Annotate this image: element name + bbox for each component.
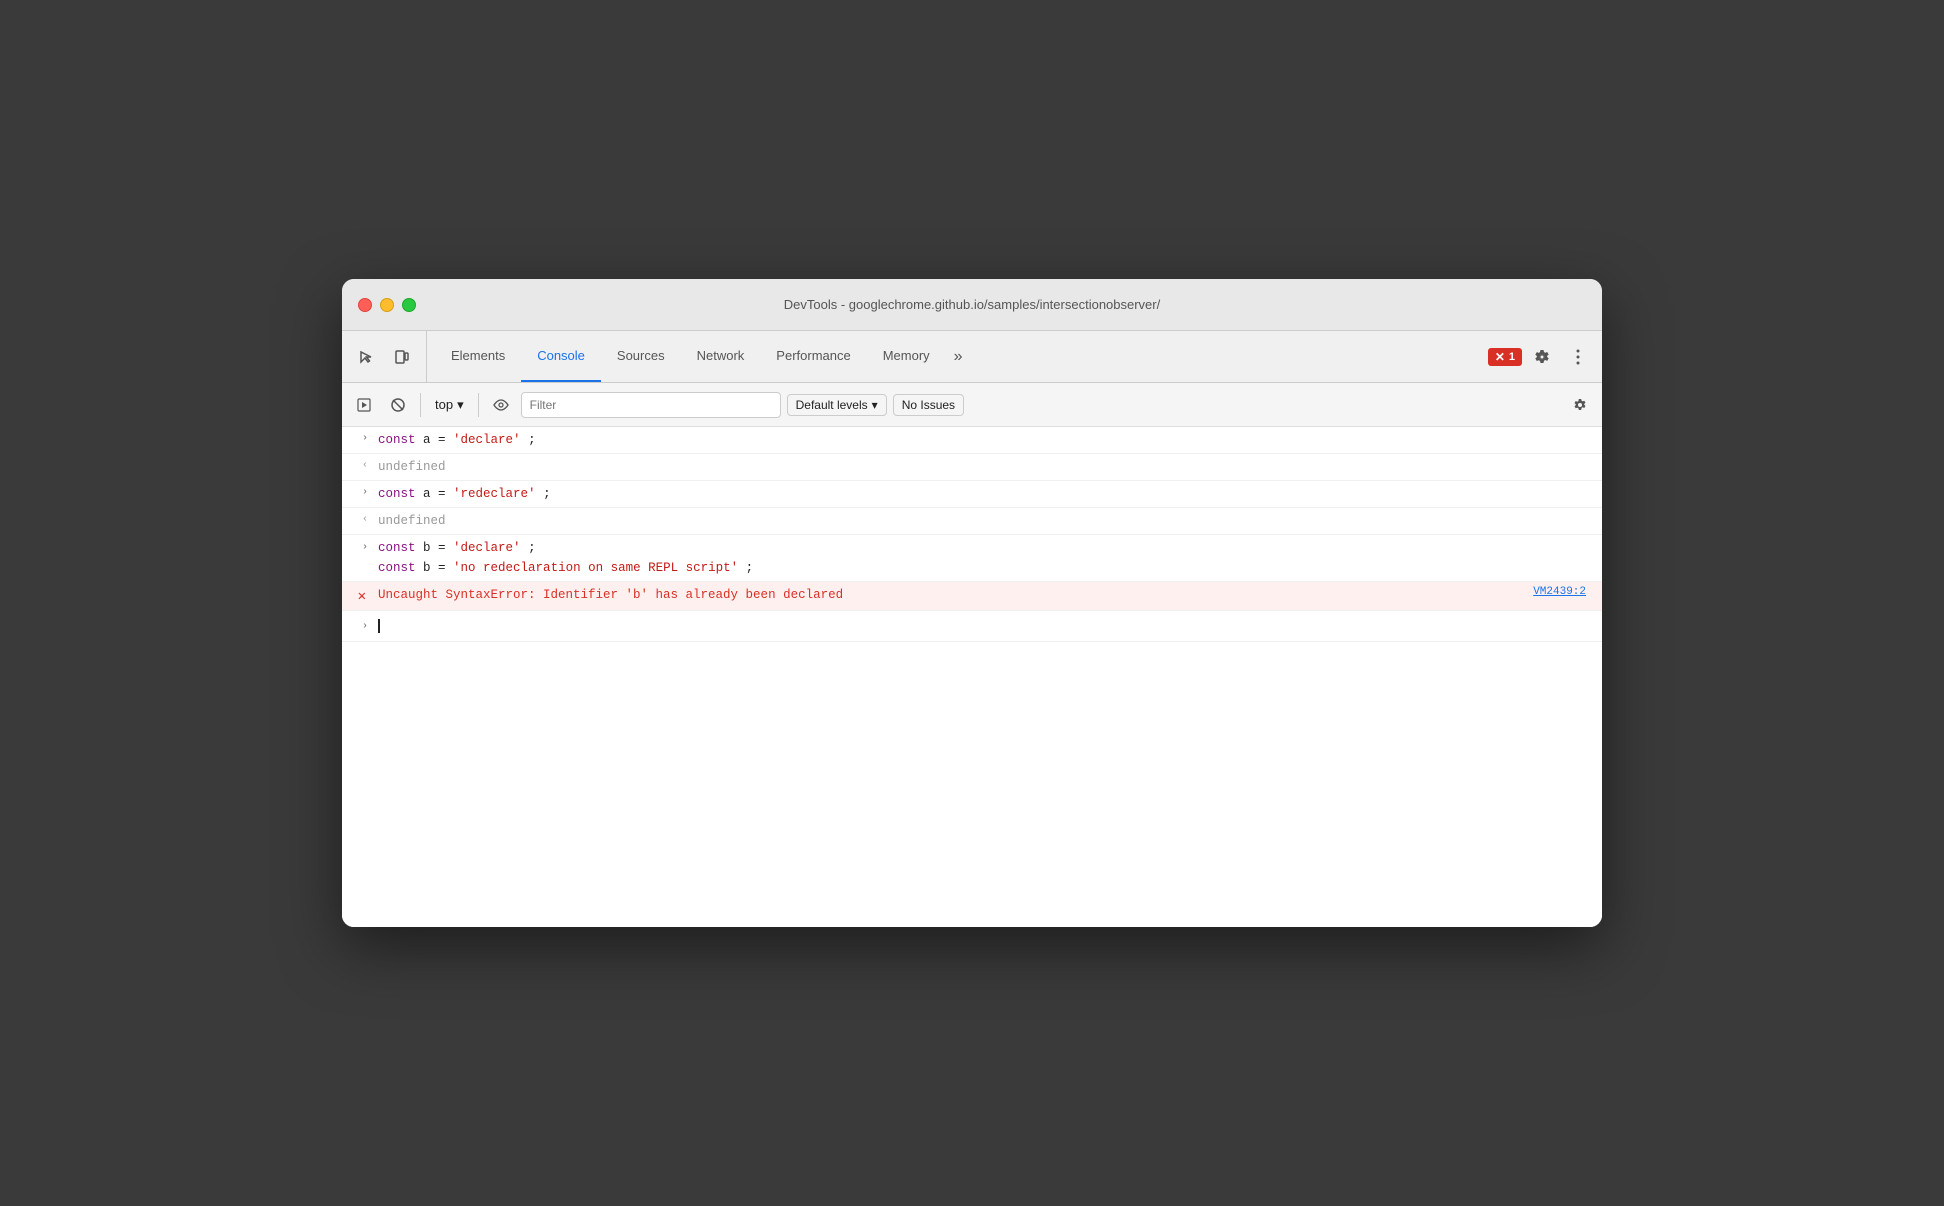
toolbar-separator (420, 393, 421, 417)
error-source-link[interactable]: VM2439:2 (1533, 584, 1594, 602)
error-icon: ✕ (354, 586, 370, 608)
devtools-window: DevTools - googlechrome.github.io/sample… (342, 279, 1602, 927)
console-line: › const a = 'redeclare' ; (342, 481, 1602, 508)
device-toolbar-button[interactable] (386, 341, 418, 373)
tab-elements[interactable]: Elements (435, 331, 521, 382)
console-line: ‹ undefined (342, 508, 1602, 535)
output-chevron: ‹ (360, 512, 370, 528)
toolbar-separator-2 (478, 393, 479, 417)
error-message: Uncaught SyntaxError: Identifier 'b' has… (378, 584, 1533, 606)
default-levels-button[interactable]: Default levels ▾ (787, 394, 887, 416)
tab-console[interactable]: Console (521, 331, 601, 382)
error-badge[interactable]: ✕ 1 (1488, 348, 1522, 366)
console-toolbar: top ▾ Default levels ▾ No Issues (342, 383, 1602, 427)
tab-network[interactable]: Network (681, 331, 761, 382)
minimize-button[interactable] (380, 298, 394, 312)
context-selector[interactable]: top ▾ (429, 395, 470, 415)
tab-sources[interactable]: Sources (601, 331, 681, 382)
tab-bar-right: ✕ 1 (1488, 331, 1594, 382)
traffic-lights (358, 298, 416, 312)
tab-memory[interactable]: Memory (867, 331, 946, 382)
console-line: › const a = 'declare' ; (342, 427, 1602, 454)
error-console-line: ✕ Uncaught SyntaxError: Identifier 'b' h… (342, 582, 1602, 611)
settings-button[interactable] (1526, 341, 1558, 373)
no-issues-button[interactable]: No Issues (893, 394, 964, 416)
console-output: › const a = 'declare' ; ‹ undefined (342, 427, 1602, 927)
input-prompt: › (360, 619, 370, 635)
expand-chevron[interactable]: › (360, 540, 370, 556)
tab-performance[interactable]: Performance (760, 331, 866, 382)
close-button[interactable] (358, 298, 372, 312)
more-tabs-button[interactable]: » (946, 331, 971, 382)
filter-input[interactable] (521, 392, 781, 418)
inspect-element-button[interactable] (350, 341, 382, 373)
devtools-body: Elements Console Sources Network Perform… (342, 331, 1602, 927)
eye-button[interactable] (487, 391, 515, 419)
tab-bar-icons (350, 331, 427, 382)
console-settings-button[interactable] (1566, 391, 1594, 419)
expand-chevron[interactable]: › (360, 431, 370, 447)
title-bar: DevTools - googlechrome.github.io/sample… (342, 279, 1602, 331)
console-output-text: undefined (378, 456, 1594, 478)
more-options-button[interactable] (1562, 341, 1594, 373)
console-line: › const b = 'declare' ; const b = 'no re… (342, 535, 1602, 582)
window-title: DevTools - googlechrome.github.io/sample… (784, 297, 1160, 312)
console-output-text: undefined (378, 510, 1594, 532)
tab-bar: Elements Console Sources Network Perform… (342, 331, 1602, 383)
run-script-button[interactable] (350, 391, 378, 419)
text-cursor (378, 619, 380, 633)
maximize-button[interactable] (402, 298, 416, 312)
console-line: ‹ undefined (342, 454, 1602, 481)
output-chevron: ‹ (360, 458, 370, 474)
expand-chevron[interactable]: › (360, 485, 370, 501)
clear-console-button[interactable] (384, 391, 412, 419)
console-input-line: › (342, 611, 1602, 642)
